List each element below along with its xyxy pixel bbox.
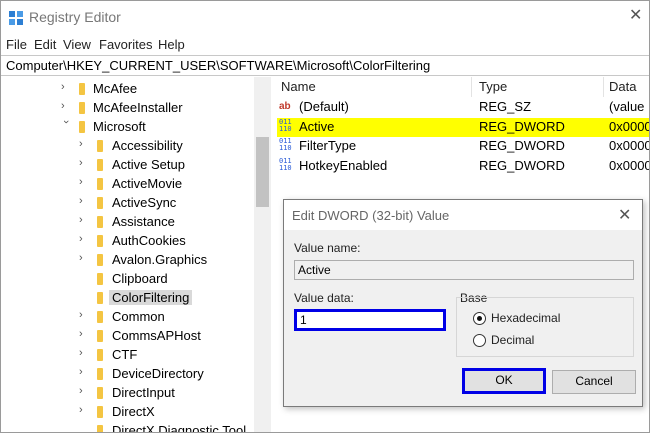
tree-item[interactable]: › ActiveMovie bbox=[1, 175, 253, 193]
chevron-right-icon[interactable]: › bbox=[79, 309, 89, 321]
tree-item[interactable]: › DirectInput bbox=[1, 384, 253, 402]
column-divider[interactable] bbox=[471, 77, 472, 97]
tree-item[interactable]: DirectX Diagnostic Tool bbox=[1, 422, 253, 432]
chevron-right-icon[interactable]: › bbox=[79, 328, 89, 340]
tree-item[interactable]: › Microsoft bbox=[1, 118, 253, 136]
value-name-field: Active bbox=[294, 260, 634, 280]
folder-icon bbox=[79, 83, 85, 95]
tree-item[interactable]: › CTF bbox=[1, 346, 253, 364]
key-tree: › McAfee › McAfeeInstaller › Microsoft ›… bbox=[1, 77, 271, 432]
address-bar[interactable]: Computer\HKEY_CURRENT_USER\SOFTWARE\Micr… bbox=[1, 55, 649, 76]
hexadecimal-radio[interactable] bbox=[473, 312, 486, 325]
tree-item[interactable]: › DeviceDirectory bbox=[1, 365, 253, 383]
menu-favorites[interactable]: Favorites bbox=[99, 37, 152, 52]
tree-item[interactable]: › Active Setup bbox=[1, 156, 253, 174]
column-header-type[interactable]: Type bbox=[479, 79, 507, 94]
folder-icon bbox=[97, 254, 103, 266]
folder-icon bbox=[97, 216, 103, 228]
chevron-right-icon[interactable]: › bbox=[79, 347, 89, 359]
tree-item[interactable]: › Common bbox=[1, 308, 253, 326]
tree-item[interactable]: › ActiveSync bbox=[1, 194, 253, 212]
hexadecimal-label[interactable]: Hexadecimal bbox=[491, 311, 560, 325]
tree-item[interactable]: › Assistance bbox=[1, 213, 253, 231]
folder-icon bbox=[97, 368, 103, 380]
tree-item[interactable]: › Avalon.Graphics bbox=[1, 251, 253, 269]
dword-value-icon: 011 110 bbox=[279, 157, 292, 172]
tree-item-selected[interactable]: ColorFiltering bbox=[1, 289, 253, 307]
window-title: Registry Editor bbox=[29, 9, 121, 25]
tree-item[interactable]: › Accessibility bbox=[1, 137, 253, 155]
chevron-down-icon[interactable]: › bbox=[60, 120, 72, 130]
tree-scrollbar[interactable] bbox=[254, 77, 271, 432]
ok-button[interactable]: OK bbox=[462, 368, 546, 394]
tree-item[interactable]: › DirectX bbox=[1, 403, 253, 421]
edit-dword-dialog: Edit DWORD (32-bit) Value ✕ Value name: … bbox=[283, 199, 643, 407]
chevron-right-icon[interactable]: › bbox=[61, 81, 71, 93]
title-bar: Registry Editor ✕ bbox=[1, 1, 649, 35]
folder-icon bbox=[97, 178, 103, 190]
window-close-icon[interactable]: ✕ bbox=[629, 5, 642, 25]
folder-icon bbox=[79, 102, 85, 114]
value-row[interactable]: 011 110 HotkeyEnabled REG_DWORD 0x0000 bbox=[277, 157, 649, 176]
chevron-right-icon[interactable]: › bbox=[79, 385, 89, 397]
tree-item[interactable]: › CommsAPHost bbox=[1, 327, 253, 345]
dialog-close-icon[interactable]: ✕ bbox=[618, 205, 631, 225]
folder-icon bbox=[97, 292, 103, 304]
chevron-right-icon[interactable]: › bbox=[79, 138, 89, 150]
folder-icon bbox=[97, 349, 103, 361]
base-group: Hexadecimal Decimal bbox=[456, 297, 634, 357]
folder-icon bbox=[97, 330, 103, 342]
column-divider[interactable] bbox=[603, 77, 604, 97]
value-data-label: Value data: bbox=[294, 291, 354, 305]
folder-icon bbox=[97, 387, 103, 399]
folder-icon bbox=[97, 140, 103, 152]
dword-value-icon: 011 110 bbox=[279, 118, 292, 133]
column-header-name[interactable]: Name bbox=[281, 79, 316, 94]
tree-item[interactable]: Clipboard bbox=[1, 270, 253, 288]
chevron-right-icon[interactable]: › bbox=[79, 195, 89, 207]
column-header-data[interactable]: Data bbox=[609, 79, 636, 94]
chevron-right-icon[interactable]: › bbox=[79, 404, 89, 416]
string-value-icon: ab bbox=[279, 101, 291, 112]
registry-editor-window: Registry Editor ✕ File Edit View Favorit… bbox=[0, 0, 650, 433]
dialog-title-bar[interactable]: Edit DWORD (32-bit) Value ✕ bbox=[284, 200, 642, 230]
folder-icon bbox=[97, 159, 103, 171]
folder-icon bbox=[97, 235, 103, 247]
registry-editor-icon bbox=[9, 11, 23, 25]
chevron-right-icon[interactable]: › bbox=[79, 176, 89, 188]
value-row[interactable]: ab (Default) REG_SZ (value r bbox=[277, 98, 649, 129]
address-path[interactable]: Computer\HKEY_CURRENT_USER\SOFTWARE\Micr… bbox=[6, 58, 430, 73]
folder-icon bbox=[97, 273, 103, 285]
tree-item[interactable]: › McAfeeInstaller bbox=[1, 99, 253, 117]
value-name-label: Value name: bbox=[294, 241, 361, 255]
dialog-title: Edit DWORD (32-bit) Value bbox=[292, 208, 450, 223]
chevron-right-icon[interactable]: › bbox=[79, 233, 89, 245]
value-row-highlighted[interactable]: 011 110 Active REG_DWORD 0x0000 bbox=[277, 118, 649, 137]
menu-view[interactable]: View bbox=[63, 37, 91, 52]
menu-bar: File Edit View Favorites Help bbox=[1, 35, 649, 55]
chevron-right-icon[interactable]: › bbox=[79, 214, 89, 226]
folder-icon bbox=[97, 311, 103, 323]
tree-scrollbar-thumb[interactable] bbox=[256, 137, 269, 207]
chevron-right-icon[interactable]: › bbox=[79, 366, 89, 378]
dword-value-icon: 011 110 bbox=[279, 137, 292, 152]
menu-edit[interactable]: Edit bbox=[34, 37, 56, 52]
decimal-radio[interactable] bbox=[473, 334, 486, 347]
decimal-label[interactable]: Decimal bbox=[491, 333, 534, 347]
folder-icon bbox=[97, 406, 103, 418]
chevron-right-icon[interactable]: › bbox=[61, 100, 71, 112]
tree-item[interactable]: › AuthCookies bbox=[1, 232, 253, 250]
tree-item[interactable]: › McAfee bbox=[1, 80, 253, 98]
cancel-button[interactable]: Cancel bbox=[552, 370, 636, 394]
menu-file[interactable]: File bbox=[6, 37, 27, 52]
value-data-input[interactable]: 1 bbox=[294, 309, 446, 331]
chevron-right-icon[interactable]: › bbox=[79, 252, 89, 264]
folder-open-icon bbox=[79, 121, 85, 133]
menu-help[interactable]: Help bbox=[158, 37, 185, 52]
folder-icon bbox=[97, 425, 103, 432]
chevron-right-icon[interactable]: › bbox=[79, 157, 89, 169]
value-row[interactable]: 011 110 FilterType REG_DWORD 0x0000 bbox=[277, 137, 649, 156]
folder-icon bbox=[97, 197, 103, 209]
